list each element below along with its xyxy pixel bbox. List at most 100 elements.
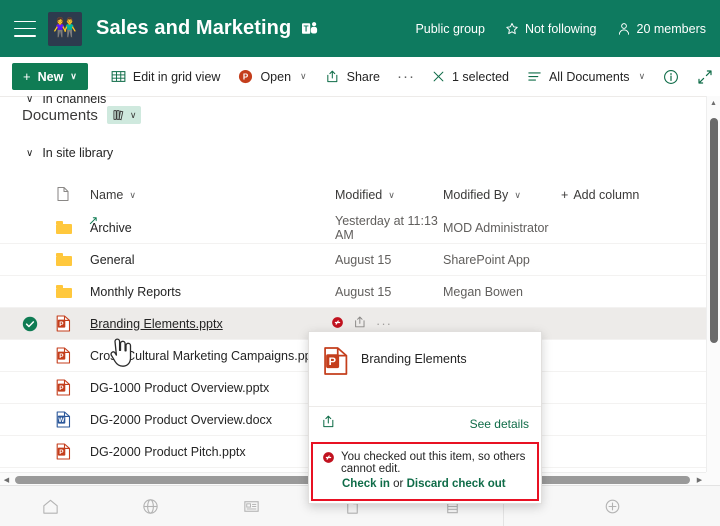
table-row[interactable]: General August 15 SharePoint App — [0, 244, 706, 276]
command-bar: + New ∨ Edit in grid view P Open ∨ — [0, 57, 720, 97]
plus-icon: + — [23, 69, 31, 84]
scroll-up-button[interactable]: ▲ — [707, 96, 720, 110]
group-privacy-label: Public group — [415, 22, 485, 36]
page-title: Sales and Marketing — [96, 17, 291, 40]
file-name-label: Monthly Reports — [90, 285, 181, 299]
checkout-warning-callout: You checked out this item, so others can… — [311, 442, 539, 501]
checkout-warning-links: Check in or Discard check out — [322, 475, 528, 490]
chevron-down-icon: ∨ — [300, 71, 307, 82]
vertical-scrollbar[interactable]: ▲ ▼ — [706, 96, 720, 485]
group-header-in-channels[interactable]: ∨ In channels — [0, 96, 706, 118]
column-header-modified-by[interactable]: Modified By ∨ — [443, 188, 561, 202]
row-select-checkbox[interactable] — [22, 316, 56, 332]
group-header-in-site-library-label: In site library — [42, 146, 113, 160]
people-icon — [617, 22, 631, 36]
powerpoint-icon: P — [56, 315, 90, 332]
folder-icon — [56, 221, 90, 234]
hover-card-title: Branding Elements — [361, 346, 467, 366]
table-row[interactable]: Archive Yesterday at 11:13 AM MOD Admini… — [0, 212, 706, 244]
more-commands-button[interactable]: ··· — [389, 68, 423, 85]
file-name-cell[interactable]: Branding Elements.pptx — [90, 317, 335, 331]
modified-by-cell: MOD Administrator — [443, 221, 561, 235]
hamburger-icon[interactable] — [14, 21, 36, 37]
svg-text:P: P — [59, 385, 64, 392]
checked-out-icon — [322, 451, 335, 467]
or-label: or — [390, 478, 407, 490]
powerpoint-icon: P — [56, 379, 90, 396]
column-header-modified-by-label: Modified By — [443, 188, 508, 202]
chevron-down-icon: ∨ — [514, 190, 521, 201]
column-header-name[interactable]: Name ∨ — [90, 188, 335, 202]
svg-text:T: T — [304, 24, 309, 33]
file-name-cell[interactable]: DG-2000 Product Overview.docx — [90, 413, 335, 427]
share-button[interactable]: Share — [316, 62, 389, 92]
file-name-label: DG-1000 Product Overview.pptx — [90, 381, 269, 395]
modified-cell: Yesterday at 11:13 AM — [335, 214, 443, 242]
discard-check-out-link[interactable]: Discard check out — [407, 478, 506, 490]
expand-icon — [697, 69, 713, 85]
home-icon[interactable] — [33, 491, 67, 521]
chevron-down-icon: ∨ — [26, 148, 33, 159]
file-name-label: DG-2000 Product Overview.docx — [90, 413, 272, 427]
site-logo[interactable]: 👫 — [48, 12, 82, 46]
new-button[interactable]: + New ∨ — [12, 63, 88, 90]
share-icon[interactable] — [321, 414, 336, 434]
edit-in-grid-view-button[interactable]: Edit in grid view — [102, 62, 230, 92]
column-headers: Name ∨ Modified ∨ Modified By ∨ + Add co… — [0, 178, 706, 212]
column-header-modified[interactable]: Modified ∨ — [335, 188, 443, 202]
follow-button[interactable]: Not following — [505, 22, 597, 36]
command-bar-right: 1 selected All Documents ∨ — [423, 62, 720, 92]
view-selector-button[interactable]: All Documents ∨ — [518, 62, 654, 92]
file-name-cell[interactable]: General — [90, 253, 335, 267]
open-button[interactable]: P Open ∨ — [229, 62, 315, 92]
info-icon — [663, 69, 679, 85]
modified-cell: August 15 — [335, 253, 443, 267]
row-actions: ··· — [331, 315, 392, 332]
add-column-button[interactable]: + Add column — [561, 188, 639, 202]
modified-by-cell: Megan Bowen — [443, 285, 561, 299]
group-privacy-text: Public group — [415, 22, 485, 36]
globe-icon[interactable] — [134, 491, 168, 521]
scrollbar-corner — [706, 472, 720, 485]
svg-text:P: P — [329, 356, 337, 368]
powerpoint-icon: P — [323, 346, 349, 381]
row-more-actions-button[interactable]: ··· — [376, 316, 392, 331]
folder-icon — [56, 285, 90, 298]
members-button[interactable]: 20 members — [617, 22, 706, 36]
members-label: 20 members — [637, 22, 706, 36]
file-name-cell[interactable]: Cross Cultural Marketing Campaigns.pptx — [90, 349, 335, 363]
site-logo-glyph: 👫 — [53, 19, 77, 38]
grid-icon — [111, 69, 126, 84]
site-header: 👫 Sales and Marketing T Public group Not… — [0, 0, 720, 57]
chevron-down-icon: ∨ — [388, 190, 395, 201]
news-icon[interactable] — [234, 491, 268, 521]
vertical-scrollbar-thumb[interactable] — [710, 118, 718, 343]
check-in-link[interactable]: Check in — [342, 478, 390, 490]
view-selector-label: All Documents — [549, 70, 630, 84]
teams-icon[interactable]: T — [301, 20, 318, 37]
file-name-cell[interactable]: DG-2000 Product Pitch.pptx — [90, 445, 335, 459]
close-icon — [432, 70, 445, 83]
svg-text:W: W — [58, 417, 65, 424]
file-name-cell[interactable]: DG-1000 Product Overview.pptx — [90, 381, 335, 395]
table-row[interactable]: Monthly Reports August 15 Megan Bowen — [0, 276, 706, 308]
group-header-in-site-library[interactable]: ∨ In site library — [0, 136, 706, 170]
share-icon[interactable] — [353, 315, 367, 332]
file-name-cell[interactable]: Monthly Reports — [90, 285, 335, 299]
shared-icon — [89, 214, 98, 228]
clear-selection-button[interactable]: 1 selected — [423, 62, 518, 92]
check-circle-icon — [22, 316, 38, 332]
new-button-label: New — [38, 70, 64, 84]
word-icon: W — [56, 411, 90, 428]
add-circle-icon[interactable] — [595, 491, 629, 521]
follow-label: Not following — [525, 22, 597, 36]
see-details-link[interactable]: See details — [470, 417, 529, 431]
column-header-file-type[interactable] — [56, 186, 90, 205]
add-column-label: Add column — [573, 188, 639, 202]
expand-button[interactable] — [688, 62, 720, 92]
chevron-down-icon: ∨ — [129, 190, 136, 201]
details-pane-button[interactable] — [654, 62, 688, 92]
file-name-cell[interactable]: Archive — [90, 221, 335, 235]
hover-card-actions: See details — [309, 406, 541, 440]
svg-text:P: P — [59, 353, 64, 360]
